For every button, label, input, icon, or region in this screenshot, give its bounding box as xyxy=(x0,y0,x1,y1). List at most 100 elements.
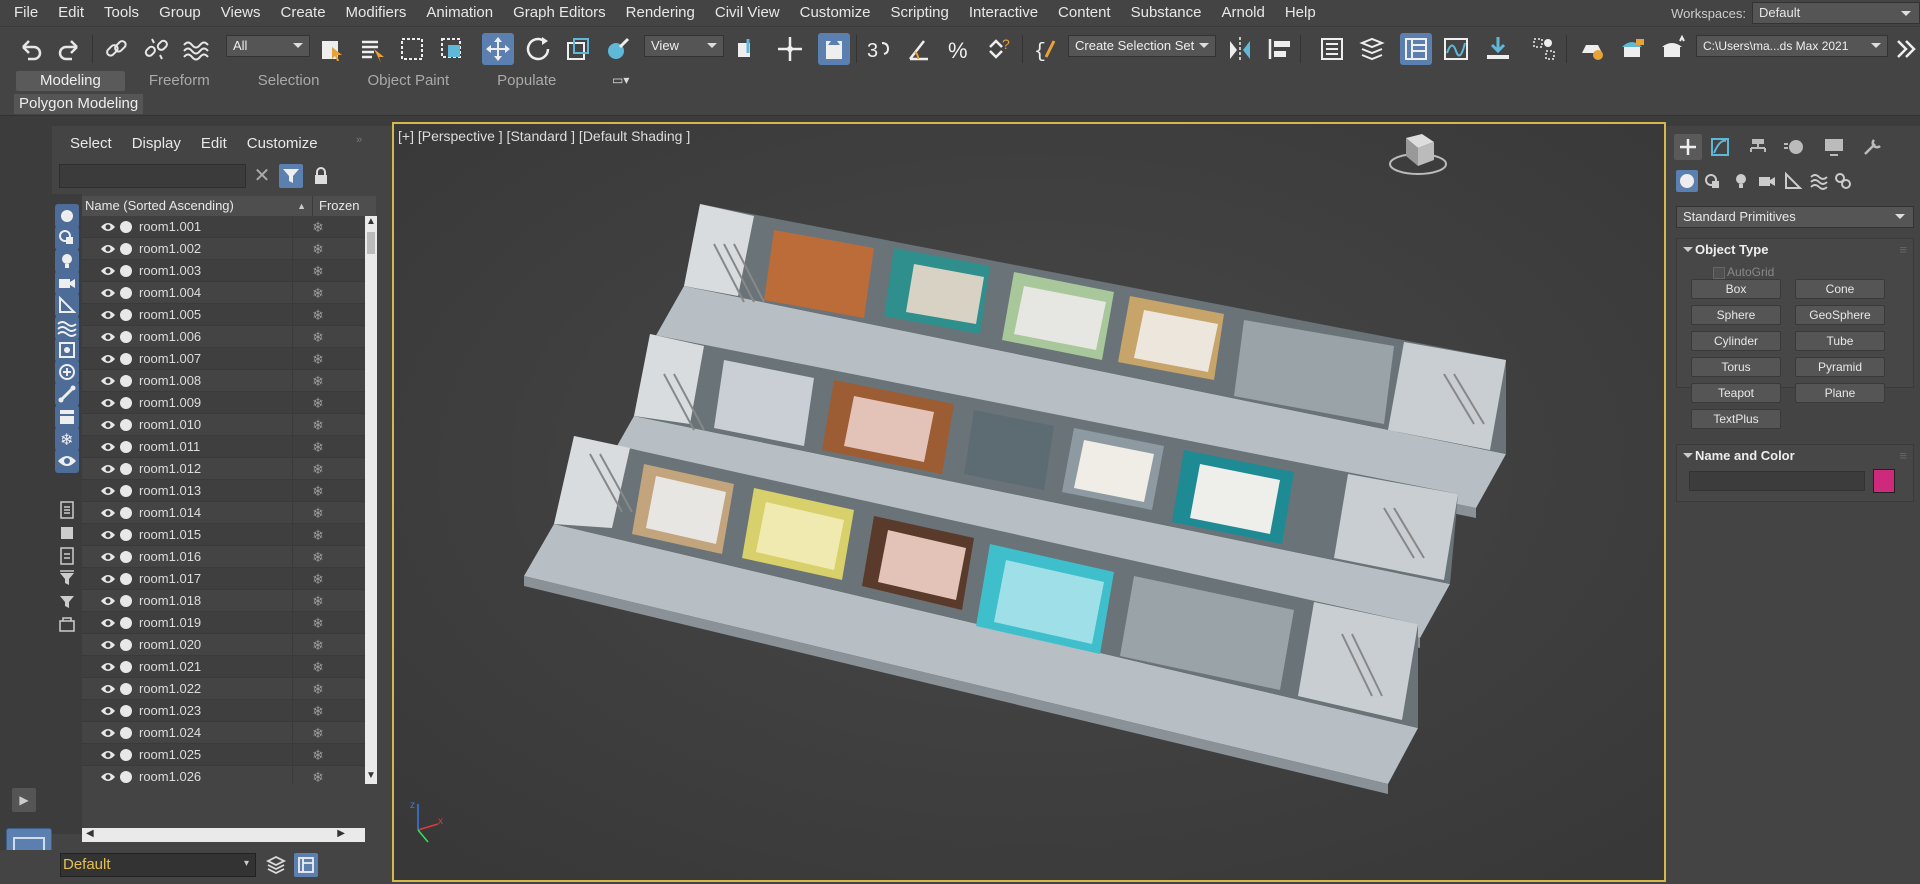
table-row[interactable]: room1.016 ❄ xyxy=(82,546,365,568)
object-type-title[interactable]: Object Type xyxy=(1677,239,1913,261)
render-dot-icon[interactable] xyxy=(120,639,132,651)
render-dot-icon[interactable] xyxy=(120,727,132,739)
menu-help[interactable]: Help xyxy=(1275,0,1326,26)
viewport-label[interactable]: [+] [Perspective ] [Standard ] [Default … xyxy=(398,128,690,144)
primitive-plane-button[interactable]: Plane xyxy=(1795,383,1885,403)
visibility-eye-icon[interactable] xyxy=(100,243,116,255)
scale-tool-icon[interactable] xyxy=(562,33,594,65)
hidden-filter-icon[interactable] xyxy=(55,449,79,474)
frozen-snowflake-icon[interactable]: ❄ xyxy=(310,461,326,477)
render-dot-icon[interactable] xyxy=(120,397,132,409)
curve-editor-icon[interactable] xyxy=(1440,33,1472,65)
render-dot-icon[interactable] xyxy=(120,507,132,519)
toolbar-overflow-icon[interactable] xyxy=(1890,33,1920,65)
hierarchy-tab-icon[interactable] xyxy=(1744,134,1772,160)
render-dot-icon[interactable] xyxy=(120,353,132,365)
visibility-eye-icon[interactable] xyxy=(100,221,116,233)
explorer-menu-select[interactable]: Select xyxy=(52,134,122,154)
render-dot-icon[interactable] xyxy=(120,221,132,233)
render-dot-icon[interactable] xyxy=(120,441,132,453)
filter-icon[interactable] xyxy=(279,164,303,188)
display-none-icon[interactable] xyxy=(55,521,79,545)
space-warps-filter-icon[interactable] xyxy=(55,315,79,340)
visibility-eye-icon[interactable] xyxy=(100,727,116,739)
column-name-header[interactable]: Name (Sorted Ascending) xyxy=(82,196,312,216)
display-tab-icon[interactable] xyxy=(1820,134,1848,160)
primitive-sphere-button[interactable]: Sphere xyxy=(1691,305,1781,325)
menu-interactive[interactable]: Interactive xyxy=(959,0,1048,26)
menu-create[interactable]: Create xyxy=(271,0,336,26)
table-row[interactable]: room1.001 ❄ xyxy=(82,216,365,238)
visibility-eye-icon[interactable] xyxy=(100,397,116,409)
table-row[interactable]: room1.009 ❄ xyxy=(82,392,365,414)
utilities-tab-icon[interactable] xyxy=(1858,134,1886,160)
visibility-eye-icon[interactable] xyxy=(100,529,116,541)
align-icon[interactable] xyxy=(1264,33,1296,65)
frozen-snowflake-icon[interactable]: ❄ xyxy=(310,241,326,257)
scene-explorer-toggle[interactable] xyxy=(1400,33,1432,65)
frozen-snowflake-icon[interactable]: ❄ xyxy=(310,769,326,784)
xrefs-filter-icon[interactable] xyxy=(55,360,79,385)
visibility-eye-icon[interactable] xyxy=(100,463,116,475)
menu-civil-view[interactable]: Civil View xyxy=(705,0,790,26)
column-frozen-header[interactable]: Frozen xyxy=(312,196,359,216)
menu-group[interactable]: Group xyxy=(149,0,211,26)
ribbon-tab-freeform[interactable]: Freeform xyxy=(125,71,234,91)
table-row[interactable]: room1.003 ❄ xyxy=(82,260,365,282)
angle-snap-icon[interactable] xyxy=(904,33,936,65)
visibility-eye-icon[interactable] xyxy=(100,375,116,387)
primitive-torus-button[interactable]: Torus xyxy=(1691,357,1781,377)
frozen-snowflake-icon[interactable]: ❄ xyxy=(310,571,326,587)
expand-panel-button[interactable]: ▶ xyxy=(12,788,36,812)
clear-search-icon[interactable]: ✕ xyxy=(250,164,274,188)
table-row[interactable]: room1.004 ❄ xyxy=(82,282,365,304)
display-all-icon[interactable] xyxy=(55,498,79,522)
window-crossing-icon[interactable] xyxy=(436,33,468,65)
menu-views[interactable]: Views xyxy=(211,0,271,26)
table-row[interactable]: room1.002 ❄ xyxy=(82,238,365,260)
render-dot-icon[interactable] xyxy=(120,595,132,607)
render-dot-icon[interactable] xyxy=(120,485,132,497)
move-tool[interactable] xyxy=(482,33,514,65)
menu-tools[interactable]: Tools xyxy=(94,0,149,26)
frozen-snowflake-icon[interactable]: ❄ xyxy=(310,395,326,411)
select-object-icon[interactable] xyxy=(316,33,348,65)
render-dot-icon[interactable] xyxy=(120,551,132,563)
explorer-menu-edit[interactable]: Edit xyxy=(191,134,237,154)
render-dot-icon[interactable] xyxy=(120,771,132,783)
menu-animation[interactable]: Animation xyxy=(416,0,503,26)
undo-button[interactable] xyxy=(14,33,46,65)
frozen-snowflake-icon[interactable]: ❄ xyxy=(310,637,326,653)
render-dot-icon[interactable] xyxy=(120,331,132,343)
helpers-filter-icon[interactable] xyxy=(55,293,79,318)
table-row[interactable]: room1.026 ❄ xyxy=(82,766,365,784)
visibility-eye-icon[interactable] xyxy=(100,485,116,497)
visibility-eye-icon[interactable] xyxy=(100,705,116,717)
table-row[interactable]: room1.007 ❄ xyxy=(82,348,365,370)
mirror-icon[interactable] xyxy=(1224,33,1256,65)
menu-content[interactable]: Content xyxy=(1048,0,1121,26)
primitive-tube-button[interactable]: Tube xyxy=(1795,331,1885,351)
primitive-box-button[interactable]: Box xyxy=(1691,279,1781,299)
primitive-textplus-button[interactable]: TextPlus xyxy=(1691,409,1781,429)
visibility-eye-icon[interactable] xyxy=(100,749,116,761)
render-dot-icon[interactable] xyxy=(120,749,132,761)
table-row[interactable]: room1.014 ❄ xyxy=(82,502,365,524)
object-color-swatch[interactable] xyxy=(1873,469,1895,493)
render-dot-icon[interactable] xyxy=(120,705,132,717)
table-row[interactable]: room1.013 ❄ xyxy=(82,480,365,502)
bind-space-warp-icon[interactable] xyxy=(180,33,212,65)
snap-toggle-icon[interactable]: 3 xyxy=(862,33,894,65)
menu-edit[interactable]: Edit xyxy=(48,0,94,26)
render-dot-icon[interactable] xyxy=(120,661,132,673)
edit-named-selection-icon[interactable]: { xyxy=(1030,33,1062,65)
frozen-snowflake-icon[interactable]: ❄ xyxy=(310,439,326,455)
frozen-snowflake-icon[interactable]: ❄ xyxy=(310,703,326,719)
render-dot-icon[interactable] xyxy=(120,265,132,277)
geometry-category-icon[interactable] xyxy=(1676,170,1698,192)
menu-file[interactable]: File xyxy=(0,0,48,26)
primitive-pyramid-button[interactable]: Pyramid xyxy=(1795,357,1885,377)
frozen-snowflake-icon[interactable]: ❄ xyxy=(310,351,326,367)
menu-scripting[interactable]: Scripting xyxy=(880,0,958,26)
hierarchy-view-icon[interactable] xyxy=(294,853,318,877)
